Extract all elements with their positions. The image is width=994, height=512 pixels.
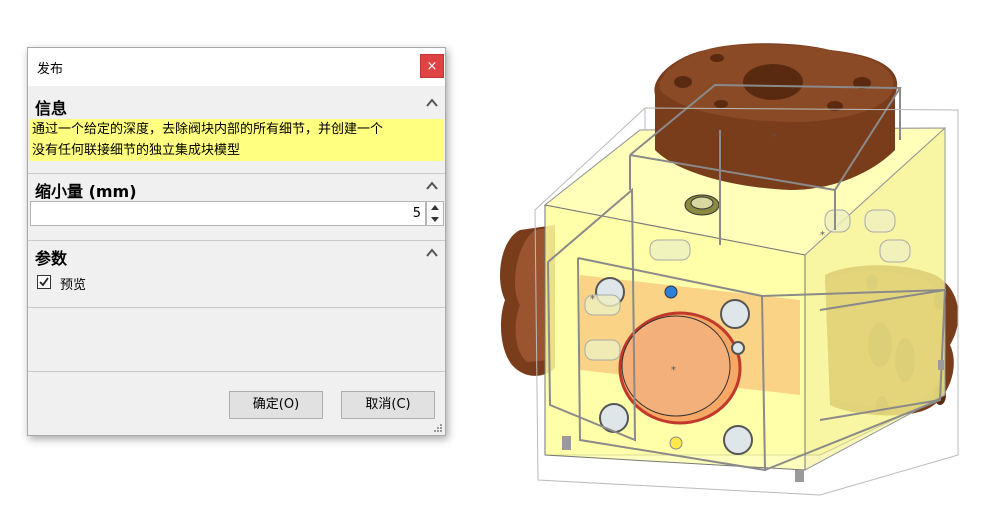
preview-checkbox[interactable]	[37, 275, 51, 289]
top-flange	[654, 43, 898, 190]
preview-label: 预览	[60, 278, 87, 293]
params-section-title: 参数	[35, 249, 68, 268]
dialog-title: 发布	[37, 62, 64, 77]
section-divider	[28, 240, 445, 241]
section-divider	[28, 371, 445, 372]
close-icon: ×	[426, 59, 438, 74]
info-line: 通过一个给定的深度，去除阀块内部的所有细节，并创建一个	[32, 122, 384, 137]
svg-text:*: *	[671, 365, 676, 376]
spin-up-icon[interactable]	[427, 202, 443, 213]
chevron-up-icon[interactable]	[424, 178, 440, 194]
shrink-section-header[interactable]: 缩小量 (mm)	[28, 176, 445, 201]
section-divider	[28, 307, 445, 308]
info-description: 通过一个给定的深度，去除阀块内部的所有细节，并创建一个 没有任何联接细节的独立集…	[30, 119, 444, 161]
info-section-header[interactable]: 信息	[28, 93, 445, 118]
svg-text:*: *	[590, 294, 595, 305]
checkmark-icon	[39, 277, 49, 287]
resize-grip-icon[interactable]	[433, 423, 443, 433]
publish-dialog: 发布 × 信息 通过一个给定的深度，去除阀块内部的所有细节，并创建一个 没有任何…	[27, 47, 446, 436]
chevron-up-icon[interactable]	[424, 95, 440, 111]
section-divider	[28, 173, 445, 174]
dialog-titlebar[interactable]: 发布 ×	[28, 48, 445, 86]
svg-text:*: *	[772, 132, 777, 143]
shrink-section-title: 缩小量 (mm)	[35, 182, 137, 201]
ok-button[interactable]: 确定(O)	[229, 391, 323, 419]
cancel-button[interactable]: 取消(C)	[341, 391, 435, 419]
shrink-amount-spinner[interactable]	[426, 201, 444, 226]
info-line: 没有任何联接细节的独立集成块模型	[32, 143, 241, 158]
close-button[interactable]: ×	[420, 54, 444, 78]
svg-text:*: *	[820, 230, 825, 241]
spin-down-icon[interactable]	[427, 214, 443, 225]
chevron-up-icon[interactable]	[424, 245, 440, 261]
params-section-header[interactable]: 参数	[28, 243, 445, 268]
shrink-amount-input[interactable]: 5	[30, 201, 426, 226]
info-section-title: 信息	[35, 99, 68, 118]
